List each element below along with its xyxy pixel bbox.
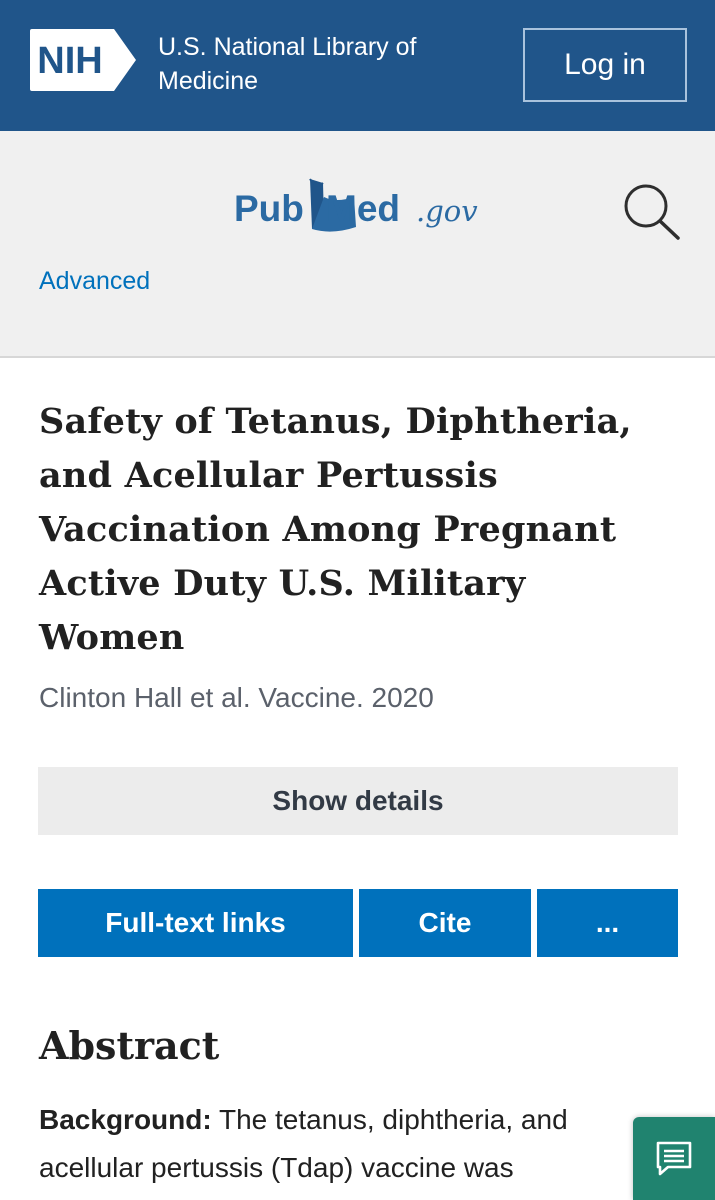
more-actions-button[interactable]: ...: [537, 889, 678, 957]
nih-logo[interactable]: NIH: [28, 27, 136, 93]
full-text-links-button[interactable]: Full-text links: [38, 889, 353, 957]
show-details-button[interactable]: Show details: [38, 767, 678, 835]
pubmed-logo[interactable]: Pub Med .gov: [232, 171, 484, 241]
search-band: Pub Med .gov Advanced: [0, 131, 715, 358]
search-button[interactable]: [620, 181, 682, 243]
login-button[interactable]: Log in: [523, 28, 687, 102]
nih-header: NIH U.S. National Library of Medicine Lo…: [0, 0, 715, 131]
pubmed-logo-gov: .gov: [416, 194, 478, 228]
org-name-line-2: Medicine: [158, 67, 259, 95]
comment-icon: [656, 1141, 692, 1175]
search-icon: [624, 184, 680, 240]
abstract-body: Background: The tetanus, diphtheria, and…: [39, 1096, 639, 1192]
abstract-background-paragraph: Background: The tetanus, diphtheria, and…: [39, 1096, 639, 1192]
org-name-line-1: U.S. National Library of: [158, 33, 417, 61]
article-citation-meta[interactable]: Clinton Hall et al. Vaccine. 2020: [39, 680, 434, 716]
article-title: Safety of Tetanus, Diphtheria, and Acell…: [39, 401, 632, 658]
advanced-search-link[interactable]: Advanced: [39, 265, 150, 297]
pubmed-logo-pub: Pub: [234, 188, 304, 229]
feedback-button[interactable]: [633, 1117, 715, 1200]
nih-logo-text: NIH: [37, 40, 102, 82]
cite-button[interactable]: Cite: [359, 889, 531, 957]
abstract-heading: Abstract: [39, 1023, 220, 1068]
pubmed-logo-med: Med: [326, 188, 400, 229]
nih-org-name[interactable]: U.S. National Library of Medicine: [158, 30, 498, 98]
abstract-background-label: Background:: [39, 1104, 212, 1135]
